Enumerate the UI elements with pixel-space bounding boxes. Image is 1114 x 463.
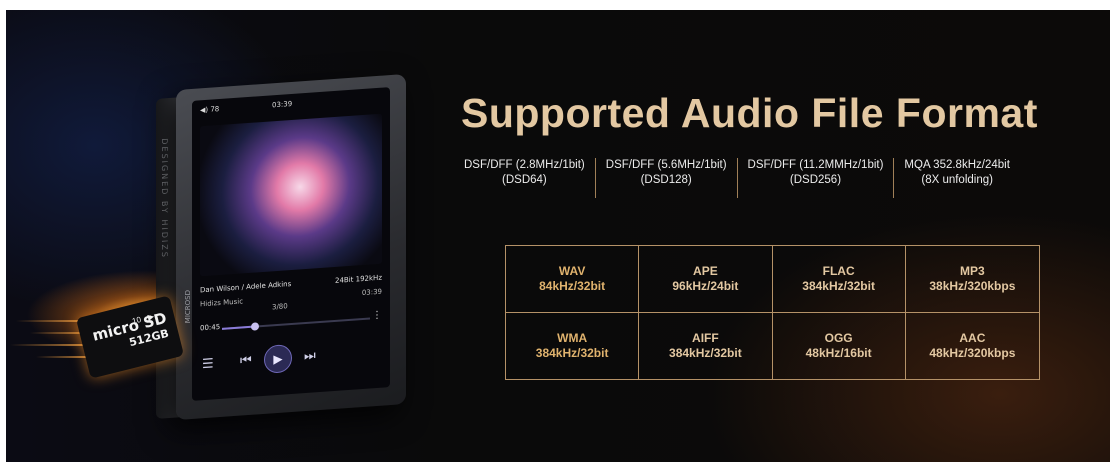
format-cell: FLAC 384kHz/32bit	[772, 246, 906, 313]
device-side-label: DESIGNED BY HIDIZS	[160, 138, 169, 260]
format-table: WAV 84kHz/32bit APE 96kHz/24bit FLAC 384…	[505, 245, 1040, 380]
format-cell: WMA 384kHz/32bit	[506, 312, 640, 379]
track-artist: Dan Wilson / Adele Adkins	[200, 279, 292, 295]
format-spec: 384kHz/32bit	[802, 278, 875, 293]
track-album: Hidizs Music	[200, 297, 244, 309]
playback-controls: ☰ ⏮ ▶ ⏭	[200, 338, 382, 381]
format-cell: AIFF 384kHz/32bit	[639, 312, 773, 379]
format-spec: 38kHz/320kbps	[929, 278, 1016, 293]
progress-fill	[222, 325, 255, 330]
format-name: FLAC	[822, 263, 855, 278]
progress-bar[interactable]	[222, 317, 370, 331]
microsd-slot-label: MICROSD	[184, 290, 192, 324]
format-spec: 84kHz/32bit	[539, 278, 606, 293]
status-clock: 03:39	[272, 99, 293, 110]
dsd-format-item: DSF/DFF (11.2MMHz/1bit) (DSD256)	[736, 158, 894, 198]
format-name: MP3	[960, 263, 985, 278]
previous-icon[interactable]: ⏮	[240, 352, 252, 369]
elapsed-time: 00:45	[200, 322, 221, 333]
format-spec: 384kHz/32bit	[535, 345, 609, 360]
next-icon[interactable]: ⏭	[304, 347, 316, 364]
dsd-format-item: DSF/DFF (5.6MHz/1bit) (DSD128)	[594, 158, 737, 198]
format-spec: 384kHz/32bit	[669, 345, 742, 360]
format-cell: MP3 38kHz/320kbps	[905, 246, 1039, 313]
format-cell: WAV 84kHz/32bit	[506, 246, 640, 313]
format-cell: AAC 48kHz/320kbps	[906, 313, 1039, 380]
album-art	[200, 113, 382, 277]
dsd-format-item: DSF/DFF (2.8MHz/1bit) (DSD64)	[464, 159, 585, 186]
more-options-icon[interactable]: ⋮	[372, 310, 382, 322]
progress-knob[interactable]	[250, 322, 259, 331]
format-spec: 96kHz/24bit	[672, 278, 739, 293]
play-button[interactable]: ▶	[264, 343, 292, 374]
format-spec: 48kHz/320kbps	[929, 345, 1016, 360]
playlist-icon[interactable]: ☰	[202, 355, 214, 372]
format-name: WMA	[557, 330, 588, 345]
format-spec: 48kHz/16bit	[805, 345, 872, 360]
music-player-device: DESIGNED BY HIDIZS MICROSD ◀) 78 03:39 D…	[156, 70, 426, 430]
format-name: WAV	[558, 263, 586, 278]
format-name: OGG	[824, 330, 853, 345]
battery-indicator: ◀) 78	[200, 105, 220, 115]
format-cell: APE 96kHz/24bit	[639, 246, 773, 313]
format-name: AIFF	[692, 330, 719, 345]
dsd-format-item: MQA 352.8kHz/24bit (8X unfolding)	[893, 158, 1019, 198]
track-counter: 3/80	[272, 302, 288, 312]
format-cell: OGG 48kHz/16bit	[773, 312, 906, 379]
track-info: Dan Wilson / Adele Adkins 24Bit 192kHz H…	[200, 273, 382, 312]
format-name: APE	[693, 263, 718, 278]
track-duration: 03:39	[361, 287, 382, 298]
track-quality: 24Bit 192kHz	[335, 273, 382, 285]
product-banner: DESIGNED BY HIDIZS MICROSD ◀) 78 03:39 D…	[6, 10, 1110, 462]
page-title: Supported Audio File Format	[461, 90, 1038, 136]
device-screen: ◀) 78 03:39 Dan Wilson / Adele Adkins 24…	[192, 87, 390, 401]
dsd-format-row: DSF/DFF (2.8MHz/1bit) (DSD64) DSF/DFF (5…	[454, 158, 1086, 198]
progress-row: 00:45 ⋮	[200, 310, 382, 337]
format-name: AAC	[959, 330, 986, 345]
